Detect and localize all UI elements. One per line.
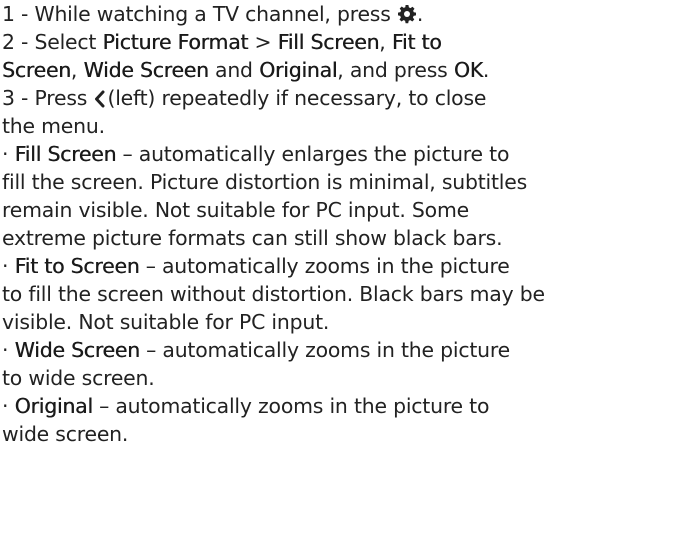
step-2-line-1: 2 - Select Picture Format > Fill Screen,… [2, 28, 685, 56]
separator: , [70, 58, 84, 82]
option-fill-screen: Fill Screen [277, 30, 380, 54]
option-wide-screen: Wide Screen [83, 58, 209, 82]
gear-icon [397, 3, 417, 31]
ok-key: OK [453, 58, 483, 82]
step-number: 1 - [2, 2, 29, 26]
step-number: 3 - [2, 86, 29, 110]
step-1: 1 - While watching a TV channel, press . [2, 0, 685, 28]
step-text-part1: (left) repeatedly if necessary, to close [107, 86, 487, 110]
bullet-fill-screen-line-1: · Fill Screen – automatically enlarges t… [2, 140, 685, 168]
bullet: · [2, 338, 9, 362]
menu-item-picture-format: Picture Format [102, 30, 249, 54]
bullet-original-line-2: wide screen. [2, 422, 129, 446]
step-3-line-1: 3 - Press (left) repeatedly if necessary… [2, 84, 685, 112]
separator: > [248, 30, 278, 54]
bullet-fill-screen-line-2: fill the screen. Picture distortion is m… [2, 170, 528, 194]
step-tail: . [416, 2, 424, 26]
step-text: While watching a TV channel, press [28, 2, 397, 26]
bullet-fit-to-screen-line-1: · Fit to Screen – automatically zooms in… [2, 254, 510, 278]
conjunction: and [208, 58, 260, 82]
step-number: 2 - [2, 30, 29, 54]
bullet-fill-screen-line-3: remain visible. Not suitable for PC inpu… [2, 198, 469, 222]
option-original: Original [259, 58, 338, 82]
step-text: , and press [337, 58, 454, 82]
bullet-wide-screen-line-1: · Wide Screen – automatically zooms in t… [2, 338, 510, 362]
bullet-fit-to-screen-line-3: visible. Not suitable for PC input. [2, 310, 330, 334]
instructions-document: 1 - While watching a TV channel, press .… [0, 0, 685, 448]
step-text: Select [28, 30, 103, 54]
term-wide-screen: Wide Screen [14, 338, 140, 362]
bullet: · [2, 394, 9, 418]
term-fit-to-screen: Fit to Screen [14, 254, 140, 278]
term-original: Original [14, 394, 93, 418]
step-text-part2: the menu. [2, 114, 105, 138]
separator: , [379, 30, 392, 54]
definition-part1: – automatically enlarges the picture to [116, 142, 510, 166]
bullet: · [2, 254, 9, 278]
bullet-fit-to-screen-line-2: to fill the screen without distortion. B… [2, 282, 545, 306]
step-2-line-2: Screen, Wide Screen and Original, and pr… [2, 56, 685, 84]
step-text: Press [28, 86, 94, 110]
option-fit-to-screen-part1: Fit to [391, 30, 442, 54]
bullet-wide-screen-line-2: to wide screen. [2, 366, 155, 390]
bullet-fill-screen-line-4: extreme picture formats can still show b… [2, 226, 503, 250]
bullet-original-line-1: · Original – automatically zooms in the … [2, 394, 490, 418]
step-3-line-2: the menu. [2, 112, 685, 140]
option-fit-to-screen-part2: Screen [2, 58, 71, 82]
bullet: · [2, 142, 9, 166]
term-fill-screen: Fill Screen [14, 142, 117, 166]
chevron-left-icon [93, 87, 107, 115]
step-tail: . [482, 58, 490, 82]
